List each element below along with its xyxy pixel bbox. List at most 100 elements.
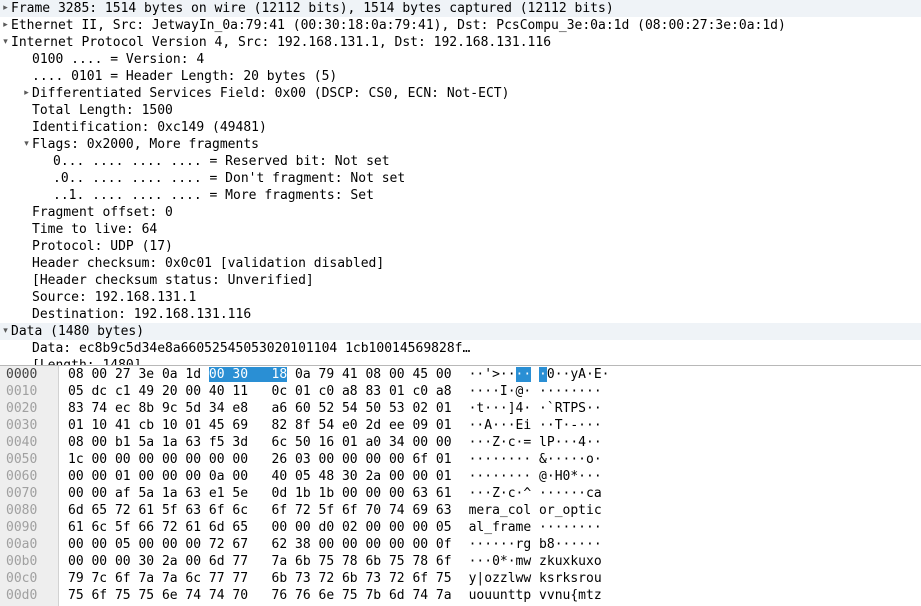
hex-byte[interactable]: 01 [342,435,358,450]
hex-byte[interactable]: 26 [272,452,288,467]
hex-byte[interactable]: 01 [436,469,452,484]
hex-byte[interactable]: 5e [232,486,248,501]
hex-byte[interactable]: 73 [295,571,311,586]
hex-ascii-char[interactable]: t [578,503,586,518]
hex-ascii-char[interactable]: · [508,384,516,399]
hex-row[interactable]: 0000 08 00 27 3e 0a 1d 00 30 18 0a 79 41 … [0,366,921,383]
hex-row[interactable]: 0010 05 dc c1 49 20 00 40 11 0c 01 c0 a8 … [0,383,921,400]
hex-ascii-char[interactable]: · [586,384,594,399]
hex-ascii-char[interactable]: · [555,384,563,399]
hex-byte[interactable]: af [115,486,131,501]
hex-byte[interactable]: 6b [272,571,288,586]
hex-ascii-char[interactable]: z [539,554,547,569]
hex-byte[interactable]: 8b [138,401,154,416]
hex-byte[interactable]: 6f [272,503,288,518]
hex-ascii-char[interactable]: · [547,486,555,501]
hex-byte[interactable]: 83 [365,384,381,399]
hex-byte[interactable]: 00 [342,452,358,467]
hex-ascii-char[interactable]: · [578,469,586,484]
hex-ascii-char[interactable]: S [578,401,586,416]
hex-ascii-char[interactable]: · [594,520,602,535]
hex-byte[interactable]: 74 [185,588,201,603]
hex-byte[interactable]: 75 [138,588,154,603]
hex-byte[interactable]: 00 [412,537,428,552]
hex-bytes[interactable]: 00 00 00 30 2a 00 6d 77 7a 6b 75 78 6b 7… [58,553,452,570]
hex-byte[interactable]: 00 [319,537,335,552]
hex-byte[interactable]: 6b [365,554,381,569]
hex-byte[interactable]: 72 [209,537,225,552]
hex-bytes[interactable]: 00 00 af 5a 1a 63 e1 5e 0d 1b 1b 00 00 0… [58,485,452,502]
hex-ascii-char[interactable]: · [539,401,547,416]
hex-ascii[interactable]: ······rg b8······ [452,536,602,553]
hex-byte[interactable]: 9c [162,401,178,416]
hex-byte[interactable]: 00 [436,367,452,382]
hex-ascii-char[interactable]: { [570,588,578,603]
hex-ascii-char[interactable]: · [570,486,578,501]
detail-tree-row[interactable]: Fragment offset: 0 [0,204,921,221]
hex-ascii-char[interactable]: · [602,367,610,382]
hex-byte[interactable]: 82 [272,418,288,433]
hex-byte[interactable]: 5d [185,401,201,416]
hex-byte[interactable]: f5 [209,435,225,450]
hex-ascii-char[interactable]: a [594,486,602,501]
hex-byte[interactable]: 61 [185,520,201,535]
detail-tree-row[interactable]: ▾ Data (1480 bytes) [0,323,921,340]
hex-byte[interactable]: 6e [162,588,178,603]
hex-byte[interactable]: 00 [91,537,107,552]
hex-ascii-char[interactable]: · [594,401,602,416]
hex-byte[interactable]: 52 [319,401,335,416]
hex-ascii-char[interactable]: · [547,452,555,467]
hex-byte[interactable]: 00 [389,452,405,467]
hex-row[interactable]: 00a0 00 00 05 00 00 00 72 67 62 38 00 00 … [0,536,921,553]
hex-byte[interactable]: 2d [365,418,381,433]
detail-tree-row[interactable]: Total Length: 1500 [0,102,921,119]
hex-ascii-char[interactable]: · [594,452,602,467]
hex-ascii-char[interactable]: 4 [578,435,586,450]
hex-byte[interactable]: 00 [68,537,84,552]
hex-ascii-char[interactable]: p [570,503,578,518]
detail-tree-row[interactable]: Data: ec8b9c5d34e8a66052545053020101104 … [0,340,921,357]
hex-byte[interactable]: 6c [232,503,248,518]
hex-ascii-char[interactable]: · [539,384,547,399]
hex-bytes[interactable]: 6d 65 72 61 5f 63 6f 6c 6f 72 5f 6f 70 7… [58,502,452,519]
hex-byte[interactable]: 79 [319,367,335,382]
hex-byte[interactable]: 03 [295,452,311,467]
hex-byte[interactable]: 63 [436,503,452,518]
hex-byte[interactable]: 6b [342,571,358,586]
hex-byte[interactable]: e1 [209,486,225,501]
hex-byte[interactable]: 00 [342,486,358,501]
hex-byte[interactable]: a0 [365,435,381,450]
hex-ascii[interactable]: ·t···]4· ·`RTPS·· [452,400,602,417]
hex-byte[interactable]: 00 [365,537,381,552]
hex-byte[interactable]: 01 [115,469,131,484]
hex-ascii-char[interactable]: · [508,554,516,569]
hex-ascii-char[interactable]: @ [539,469,547,484]
hex-byte[interactable]: 74 [209,588,225,603]
hex-ascii-char[interactable]: · [500,367,508,382]
hex-ascii-char[interactable]: · [586,537,594,552]
hex-byte[interactable]: 6f [436,554,452,569]
hex-byte[interactable]: 50 [295,435,311,450]
hex-byte[interactable]: 75 [436,571,452,586]
hex-byte[interactable]: 05 [68,384,84,399]
detail-tree-row[interactable]: Source: 192.168.131.1 [0,289,921,306]
detail-tree-row[interactable]: Time to live: 64 [0,221,921,238]
hex-byte[interactable]: 00 [342,537,358,552]
hex-ascii-char[interactable]: · [539,367,547,382]
hex-row[interactable]: 0090 61 6c 5f 66 72 61 6d 65 00 00 d0 02 … [0,519,921,536]
hex-byte[interactable]: 5f [162,503,178,518]
hex-byte[interactable]: 00 [91,452,107,467]
hex-byte[interactable]: 00 [365,520,381,535]
hex-byte[interactable]: 08 [365,367,381,382]
hex-ascii-char[interactable]: · [492,418,500,433]
hex-ascii-char[interactable]: · [586,520,594,535]
hex-ascii-char[interactable]: · [586,418,594,433]
hex-ascii-char[interactable]: E [594,367,602,382]
hex-byte[interactable]: 05 [436,520,452,535]
hex-ascii-char[interactable]: ] [508,401,516,416]
hex-rows-container[interactable]: 0000 08 00 27 3e 0a 1d 00 30 18 0a 79 41 … [0,366,921,604]
hex-ascii-char[interactable]: · [492,384,500,399]
hex-ascii-char[interactable]: r [500,520,508,535]
hex-byte[interactable]: 00 [138,537,154,552]
hex-byte[interactable]: 00 [115,554,131,569]
